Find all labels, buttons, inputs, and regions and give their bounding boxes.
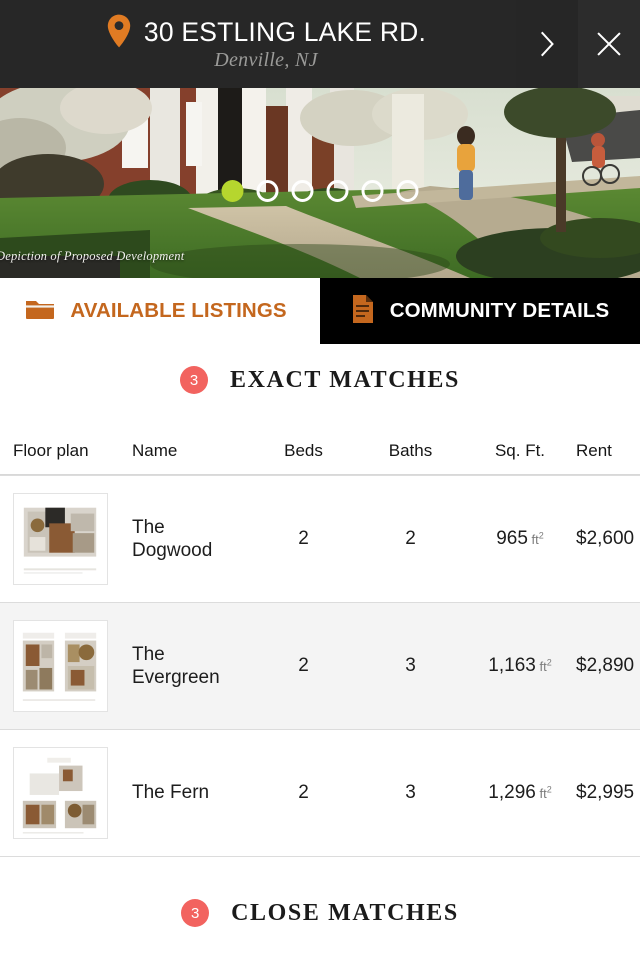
table-row[interactable]: The Fern 2 3 1,296 ft2 $2,995 [0, 729, 640, 856]
address-line: 30 ESTLING LAKE RD. [106, 14, 427, 48]
baths-value: 3 [405, 782, 416, 803]
floor-plan-cell[interactable] [0, 493, 132, 585]
floor-plan-thumbnail[interactable] [13, 747, 108, 839]
tab-bar: AVAILABLE LISTINGS COMMUNITY DETAILS [0, 278, 640, 344]
rent-value: $2,600 [576, 528, 635, 549]
tab-available-listings[interactable]: AVAILABLE LISTINGS [0, 278, 320, 344]
sqft-value: 1,163 [488, 655, 536, 676]
baths-value: 3 [405, 655, 416, 676]
plan-name: The Dogwood [132, 516, 213, 561]
sqft-value: 1,296 [488, 782, 536, 803]
baths-value: 2 [405, 528, 416, 549]
floor-plan-cell[interactable] [0, 620, 132, 712]
floor-plan-thumbnail[interactable] [13, 620, 108, 712]
column-header-name: Name [132, 441, 178, 460]
sqft-cell: 1,163 ft2 [464, 655, 576, 677]
column-header-baths: Baths [388, 441, 433, 460]
sqft-value: 965 [496, 528, 528, 549]
carousel-dots[interactable] [221, 180, 419, 202]
beds-value: 2 [298, 655, 309, 676]
listings-table: Floor plan Name Beds Baths Sq. Ft. Rent [0, 428, 640, 857]
exact-matches-title: EXACT MATCHES [230, 366, 460, 393]
floor-plan-cell[interactable] [0, 747, 132, 839]
address-title: 30 ESTLING LAKE RD. [143, 16, 427, 47]
rent-value: $2,890 [576, 655, 635, 676]
exact-matches-count-badge: 3 [180, 366, 209, 394]
sqft-unit: ft2 [527, 530, 544, 547]
close-icon [596, 31, 622, 57]
table-row[interactable]: The Dogwood 2 2 965 ft2 $2,600 [0, 475, 640, 602]
tab-available-listings-label: AVAILABLE LISTINGS [70, 299, 287, 322]
header-bar: 30 ESTLING LAKE RD. Denville, NJ [0, 0, 640, 88]
table-header-row: Floor plan Name Beds Baths Sq. Ft. Rent [0, 428, 640, 474]
column-header-floor-plan: Floor plan [13, 441, 89, 460]
floor-plan-thumbnail[interactable] [13, 493, 108, 585]
rent-value: $2,995 [576, 782, 635, 803]
sqft-unit: ft2 [535, 657, 552, 674]
folder-icon [25, 297, 55, 326]
next-button[interactable] [516, 0, 578, 88]
address-subtitle: Denville, NJ [214, 49, 318, 71]
table-row[interactable]: The Evergreen 2 3 1,163 ft2 $2,890 [0, 602, 640, 729]
map-pin-icon [106, 14, 132, 48]
carousel-dot-4[interactable] [326, 180, 349, 202]
column-header-beds: Beds [284, 441, 323, 460]
sqft-unit: ft2 [535, 784, 552, 801]
beds-value: 2 [298, 528, 309, 549]
sqft-cell: 965 ft2 [464, 528, 576, 550]
sqft-cell: 1,296 ft2 [464, 782, 576, 804]
carousel-dot-6[interactable] [396, 180, 419, 202]
exact-matches-heading: 3 EXACT MATCHES [0, 366, 640, 394]
carousel-dot-1[interactable] [221, 180, 244, 202]
column-header-rent: Rent [576, 441, 612, 460]
header-title-block: 30 ESTLING LAKE RD. Denville, NJ [0, 0, 516, 88]
close-matches-heading: 3 CLOSE MATCHES [0, 899, 640, 927]
close-matches-title: CLOSE MATCHES [231, 899, 459, 926]
chevron-right-icon [536, 30, 558, 58]
beds-value: 2 [298, 782, 309, 803]
close-button[interactable] [578, 0, 640, 88]
carousel-dot-3[interactable] [291, 180, 314, 202]
document-icon [351, 294, 375, 329]
hero-image-carousel[interactable]: Depiction of Proposed Development [0, 88, 640, 278]
plan-name: The Evergreen [132, 643, 220, 688]
plan-name: The Fern [132, 782, 210, 804]
hero-caption: Depiction of Proposed Development [0, 249, 185, 263]
tab-community-details-label: COMMUNITY DETAILS [389, 299, 610, 322]
column-header-sqft: Sq. Ft. [494, 441, 546, 460]
tab-community-details[interactable]: COMMUNITY DETAILS [320, 278, 640, 344]
carousel-dot-5[interactable] [361, 180, 384, 202]
carousel-dot-2[interactable] [256, 180, 279, 202]
listing-detail-screen: 30 ESTLING LAKE RD. Denville, NJ Depicti… [0, 0, 640, 960]
close-matches-count-badge: 3 [181, 899, 210, 927]
table-bottom-divider [0, 856, 640, 857]
